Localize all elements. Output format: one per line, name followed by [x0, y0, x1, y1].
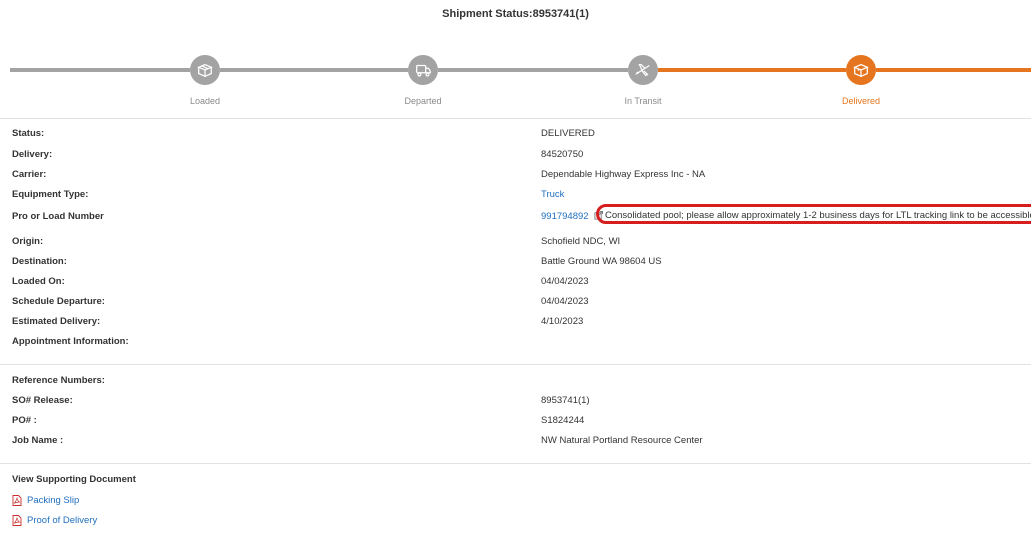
pro-number-label: Pro or Load Number [12, 211, 104, 222]
equipment-type-link[interactable]: Truck [541, 189, 564, 200]
packing-slip-label[interactable]: Packing Slip [27, 495, 79, 506]
origin-value: Schofield NDC, WI [541, 236, 621, 247]
appointment-label: Appointment Information: [12, 336, 129, 347]
destination-value: Battle Ground WA 98604 US [541, 256, 662, 267]
estimated-delivery-value: 4/10/2023 [541, 316, 584, 327]
divider [0, 463, 1031, 464]
proof-of-delivery-label[interactable]: Proof of Delivery [27, 515, 97, 526]
reference-numbers-heading: Reference Numbers: [12, 375, 105, 386]
po-label: PO# : [12, 415, 37, 426]
progress-line-segment [438, 68, 628, 72]
pro-number-link[interactable]: 991794892 [541, 211, 589, 222]
status-value: DELIVERED [541, 128, 595, 139]
progress-line-segment [876, 68, 1031, 72]
schedule-departure-label: Schedule Departure: [12, 296, 105, 307]
box-icon [190, 55, 220, 85]
pdf-icon [12, 495, 22, 506]
packing-slip-link[interactable]: Packing Slip [12, 495, 79, 506]
progress-line-segment [10, 68, 190, 72]
delivery-label: Delivery: [12, 149, 53, 160]
page-title: Shipment Status:8953741(1) [442, 8, 589, 20]
step-label-delivered: Delivered [841, 96, 881, 106]
so-release-label: SO# Release: [12, 395, 73, 406]
loaded-on-value: 04/04/2023 [541, 276, 589, 287]
loaded-on-label: Loaded On: [12, 276, 65, 287]
truck-icon [408, 55, 438, 85]
equipment-type-label: Equipment Type: [12, 189, 89, 200]
carrier-value: Dependable Highway Express Inc - NA [541, 169, 706, 180]
step-label-departed: Departed [404, 96, 442, 106]
pdf-icon [12, 515, 22, 526]
schedule-departure-value: 04/04/2023 [541, 296, 589, 307]
so-release-value: 8953741(1) [541, 395, 590, 406]
origin-label: Origin: [12, 236, 44, 247]
airplane-icon [628, 55, 658, 85]
estimated-delivery-label: Estimated Delivery: [12, 316, 101, 327]
proof-of-delivery-link[interactable]: Proof of Delivery [12, 515, 97, 526]
step-label-in-transit: In Transit [624, 96, 662, 106]
divider [0, 118, 1031, 119]
progress-line-segment [658, 68, 846, 72]
job-name-label: Job Name : [12, 435, 64, 446]
package-icon [846, 55, 876, 85]
step-label-loaded: Loaded [189, 96, 221, 106]
progress-line-segment [220, 68, 408, 72]
po-value: S1824244 [541, 415, 585, 426]
supporting-documents-heading: View Supporting Document [12, 474, 136, 485]
carrier-label: Carrier: [12, 169, 47, 180]
delivery-value: 84520750 [541, 149, 584, 160]
status-label: Status: [12, 128, 45, 139]
destination-label: Destination: [12, 256, 67, 267]
tracking-note: Consolidated pool; please allow approxim… [605, 210, 1031, 221]
job-name-value: NW Natural Portland Resource Center [541, 435, 703, 446]
divider [0, 364, 1031, 365]
